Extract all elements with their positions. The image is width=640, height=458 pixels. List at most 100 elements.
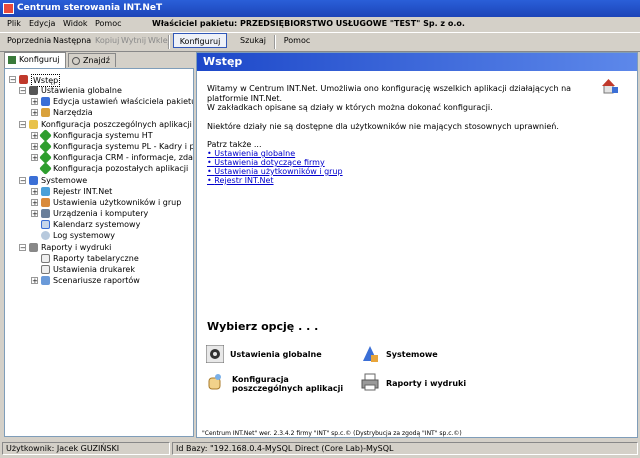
diamond-icon	[39, 162, 52, 175]
package-owner: Właściciel pakietu: PRZEDSIĘBIORSTWO USŁ…	[152, 19, 465, 28]
tree-label: Konfiguracja pozostałych aplikacji	[53, 164, 189, 173]
intro-line-1: Witamy w Centrum INT.Net. Umożliwia ono …	[207, 84, 572, 93]
link-company-settings[interactable]: • Ustawienia dotyczące firmy	[207, 158, 325, 167]
version-footer: "Centrum INT.Net" wer. 2.3.4.2 firmy "IN…	[202, 430, 462, 437]
content-panel: Wstęp Witamy w Centrum INT.Net. Umożliwi…	[196, 52, 638, 438]
system-icon	[29, 176, 38, 185]
choose-option-heading: Wybierz opcję . . .	[207, 320, 319, 333]
link-label: Ustawienia użytkowników i grup	[214, 167, 343, 176]
expand-icon[interactable]: +	[31, 199, 38, 207]
collapse-icon[interactable]: −	[19, 244, 26, 252]
collapse-icon[interactable]: −	[19, 177, 26, 185]
title-bar: Centrum sterowania INT.NeT	[0, 0, 640, 17]
tab-find[interactable]: Znajdź	[68, 53, 116, 67]
magnifier-icon	[72, 57, 80, 65]
cut-button[interactable]: Wytnij	[121, 36, 146, 45]
content-title: Wstęp	[203, 55, 243, 68]
scenario-icon	[41, 276, 50, 285]
intro-line-3: W zakładkach opisane są działy w których…	[207, 103, 493, 112]
tree-label: Konfiguracja systemu PL - Kadry i pł	[53, 142, 194, 151]
tree-label: Edycja ustawień właściciela pakietu	[53, 97, 194, 106]
help-button[interactable]: Pomoc	[280, 33, 314, 48]
calendar-icon	[41, 220, 50, 229]
search-button[interactable]: Szukaj	[236, 33, 270, 48]
tree-label: Raporty i wydruki	[41, 243, 112, 252]
link-users-groups[interactable]: • Ustawienia użytkowników i grup	[207, 167, 343, 176]
next-button[interactable]: Następna	[53, 36, 91, 45]
tree-label: Konfiguracja poszczególnych aplikacji	[41, 120, 192, 129]
option-label: poszczególnych aplikacji	[232, 384, 344, 393]
menu-edycja[interactable]: Edycja	[29, 19, 55, 28]
content-header: Wstęp	[197, 53, 637, 71]
toolbar-separator	[168, 35, 170, 49]
expand-icon[interactable]: +	[31, 98, 38, 106]
gear-icon	[206, 345, 224, 363]
expand-icon[interactable]: +	[31, 277, 38, 285]
settings-icon	[41, 97, 50, 106]
intro-line-2: platformie INT.Net.	[207, 94, 283, 103]
expand-icon[interactable]: +	[31, 188, 38, 196]
expand-icon[interactable]: +	[31, 143, 38, 151]
option-label: Systemowe	[386, 350, 438, 359]
tree-label: Scenariusze raportów	[53, 276, 140, 285]
copy-button[interactable]: Kopiuj	[95, 36, 119, 45]
tree-label: Kalendarz systemowy	[53, 220, 141, 229]
printer-icon	[361, 373, 379, 391]
tree-label: Ustawienia globalne	[41, 86, 122, 95]
see-also: Patrz także ...	[207, 140, 262, 149]
house-icon	[602, 79, 618, 94]
collapse-icon[interactable]: −	[19, 121, 26, 129]
menu-pomoc[interactable]: Pomoc	[95, 19, 122, 28]
link-label: Ustawienia globalne	[214, 149, 296, 158]
root-icon	[19, 75, 28, 84]
window-title: Centrum sterowania INT.NeT	[17, 3, 163, 13]
expand-icon[interactable]: +	[31, 154, 38, 162]
tab-configure[interactable]: Konfiguruj	[4, 52, 66, 68]
gear-icon	[29, 86, 38, 95]
menu-plik[interactable]: Plik	[7, 19, 21, 28]
registry-icon	[41, 187, 50, 196]
expand-icon[interactable]: +	[31, 132, 38, 140]
option-label: Ustawienia globalne	[230, 350, 322, 359]
link-label: Ustawienia dotyczące firmy	[214, 158, 325, 167]
option-label: Raporty i wydruki	[386, 379, 467, 388]
users-icon	[41, 198, 50, 207]
toolbar-separator	[274, 35, 276, 49]
hand-icon	[208, 374, 221, 390]
tree-label: Rejestr INT.Net	[53, 187, 113, 196]
menu-bar: Plik Edycja Widok Pomoc Właściciel pakie…	[0, 17, 640, 32]
tree-label: Ustawienia drukarek	[53, 265, 135, 274]
expand-icon[interactable]: +	[31, 210, 38, 218]
apps-icon	[29, 120, 38, 129]
prev-button[interactable]: Poprzednia	[7, 36, 51, 45]
link-label: Rejestr INT.Net	[214, 176, 274, 185]
collapse-icon[interactable]: −	[19, 87, 26, 95]
tree-label: Raporty tabelaryczne	[53, 254, 139, 263]
report-icon	[41, 254, 50, 263]
configure-tab-icon	[8, 56, 16, 64]
status-bar: Użytkownik: Jacek GUZIŃSKI Id Bazy: "192…	[0, 440, 640, 458]
tools-icon	[41, 108, 50, 117]
computer-icon	[41, 209, 50, 218]
tab-find-label: Znajdź	[83, 56, 110, 65]
tree-label: Konfiguracja CRM - informacje, zdar	[53, 153, 194, 162]
paste-button[interactable]: Wklej	[148, 36, 170, 45]
status-db: Id Bazy: "192.168.0.4-MySQL Direct (Core…	[172, 442, 638, 455]
expand-icon[interactable]: +	[31, 109, 38, 117]
link-global-settings[interactable]: • Ustawienia globalne	[207, 149, 295, 158]
menu-widok[interactable]: Widok	[63, 19, 88, 28]
configure-button[interactable]: Konfiguruj	[173, 33, 227, 48]
collapse-icon[interactable]: −	[9, 76, 16, 84]
tree-label: Ustawienia użytkowników i grup	[53, 198, 182, 207]
system-icon	[363, 346, 378, 362]
tree-label: Log systemowy	[53, 231, 115, 240]
printer-settings-icon	[41, 265, 50, 274]
tree-label: Systemowe	[41, 176, 88, 185]
app-icon	[3, 3, 14, 14]
link-registry[interactable]: • Rejestr INT.Net	[207, 176, 274, 185]
intro-line-4: Niektóre działy nie są dostępne dla użyt…	[207, 122, 559, 131]
log-icon	[41, 231, 50, 240]
tree-label: Urządzenia i komputery	[53, 209, 149, 218]
tree-label: Narzędzia	[53, 108, 93, 117]
printer-icon	[29, 243, 38, 252]
